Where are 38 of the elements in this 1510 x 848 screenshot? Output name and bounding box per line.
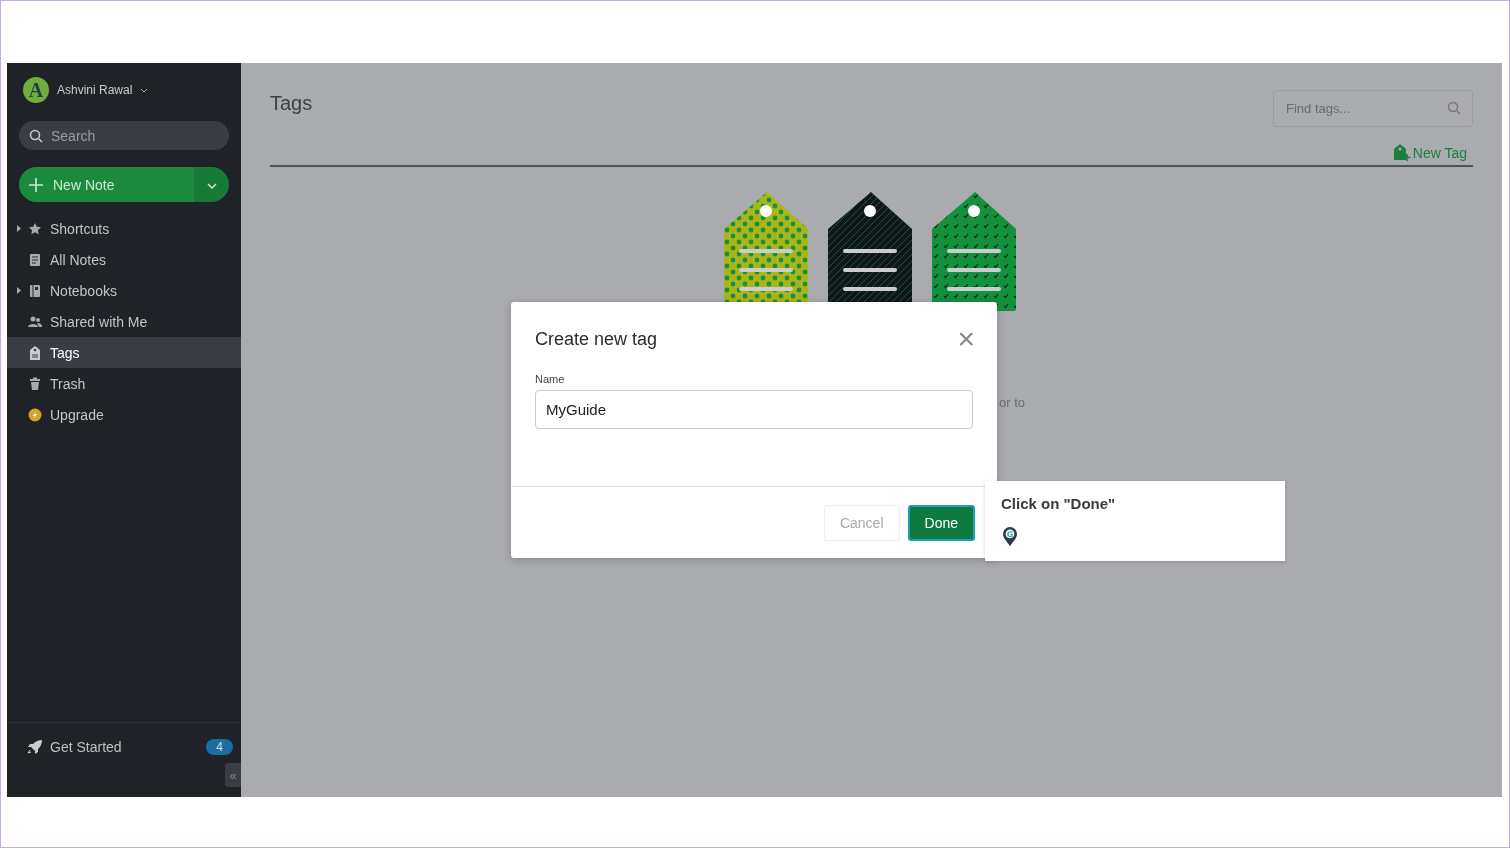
search-field[interactable]: Search <box>19 121 229 150</box>
user-avatar[interactable]: A <box>23 77 49 103</box>
sidebar-item[interactable]: Shared with Me <box>7 306 241 337</box>
close-button[interactable]: × <box>957 324 975 354</box>
notebook-icon <box>28 283 42 298</box>
people-icon <box>28 314 42 329</box>
sidebar-item[interactable]: Notebooks <box>7 275 241 306</box>
user-name[interactable]: Ashvini Rawal <box>57 83 133 97</box>
upgrade-icon <box>28 407 42 422</box>
page-title: Tags <box>270 92 313 115</box>
sidebar-item[interactable]: Tags <box>7 337 241 368</box>
count-badge: 4 <box>206 739 233 755</box>
logo-letter: G <box>1006 529 1014 539</box>
tag-plus-icon <box>1392 143 1411 161</box>
note-icon <box>28 252 42 267</box>
new-note-dropdown[interactable] <box>194 167 229 202</box>
find-tags-field[interactable]: Find tags... <box>1273 90 1473 127</box>
star-icon <box>28 221 42 236</box>
sidebar-item[interactable]: Shortcuts <box>7 213 241 244</box>
expand-icon[interactable] <box>17 287 21 294</box>
name-field[interactable]: MyGuide <box>535 390 973 429</box>
dialog-title: Create new tag <box>535 328 658 350</box>
done-button[interactable]: Done <box>907 505 975 541</box>
get-started-link[interactable]: Get Started <box>50 739 200 755</box>
plus-icon <box>29 177 43 192</box>
tag-icon <box>28 345 42 360</box>
expand-icon[interactable] <box>17 225 21 232</box>
sidebar-item[interactable]: Upgrade <box>7 399 241 430</box>
caret-icon <box>206 183 217 189</box>
empty-state-text: or to <box>999 395 1025 410</box>
sidebar-item[interactable]: All Notes <box>7 244 241 275</box>
field-label: Name <box>535 373 566 385</box>
sidebar-item[interactable]: Trash <box>7 368 241 399</box>
caret-icon[interactable] <box>140 87 149 93</box>
trash-icon <box>28 376 42 391</box>
tooltip-text: Click on "Done" <box>1001 495 1116 512</box>
rocket-icon <box>27 740 43 754</box>
search-icon <box>1447 101 1461 115</box>
